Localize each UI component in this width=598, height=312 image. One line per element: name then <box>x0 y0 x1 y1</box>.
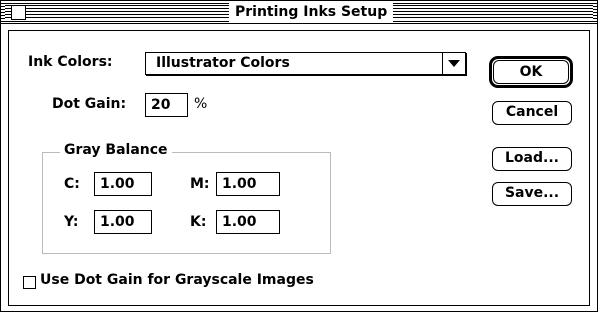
dot-gain-field[interactable] <box>145 93 188 117</box>
c-field[interactable] <box>94 172 152 196</box>
c-label: C: <box>64 176 80 192</box>
y-field[interactable] <box>94 210 152 234</box>
use-dot-gain-label[interactable]: Use Dot Gain for Grayscale Images <box>40 272 314 288</box>
m-field[interactable] <box>216 172 280 196</box>
dialog-title: Printing Inks Setup <box>229 1 394 23</box>
title-bar[interactable]: Printing Inks Setup <box>1 1 597 24</box>
k-field[interactable] <box>216 210 280 234</box>
load-button[interactable]: Load... <box>492 147 572 171</box>
ok-button[interactable]: OK <box>493 60 569 84</box>
save-button[interactable]: Save... <box>492 182 572 206</box>
gray-balance-group <box>42 152 331 254</box>
use-dot-gain-checkbox[interactable] <box>23 276 36 289</box>
ink-colors-popup[interactable]: Illustrator Colors <box>145 52 466 75</box>
y-input[interactable] <box>95 211 151 233</box>
chevron-down-icon <box>448 60 460 67</box>
y-label: Y: <box>64 214 79 230</box>
m-input[interactable] <box>217 173 279 195</box>
ink-colors-value: Illustrator Colors <box>156 55 290 71</box>
dot-gain-unit: % <box>194 96 208 112</box>
k-input[interactable] <box>217 211 279 233</box>
cancel-button[interactable]: Cancel <box>492 101 572 125</box>
dot-gain-label: Dot Gain: <box>52 96 127 112</box>
popup-divider <box>442 53 443 74</box>
dot-gain-input[interactable] <box>146 94 187 116</box>
ink-colors-label: Ink Colors: <box>28 54 113 70</box>
m-label: M: <box>190 176 210 192</box>
close-box-icon[interactable] <box>11 5 26 20</box>
gray-balance-title: Gray Balance <box>60 142 172 158</box>
c-input[interactable] <box>95 173 151 195</box>
k-label: K: <box>190 214 207 230</box>
